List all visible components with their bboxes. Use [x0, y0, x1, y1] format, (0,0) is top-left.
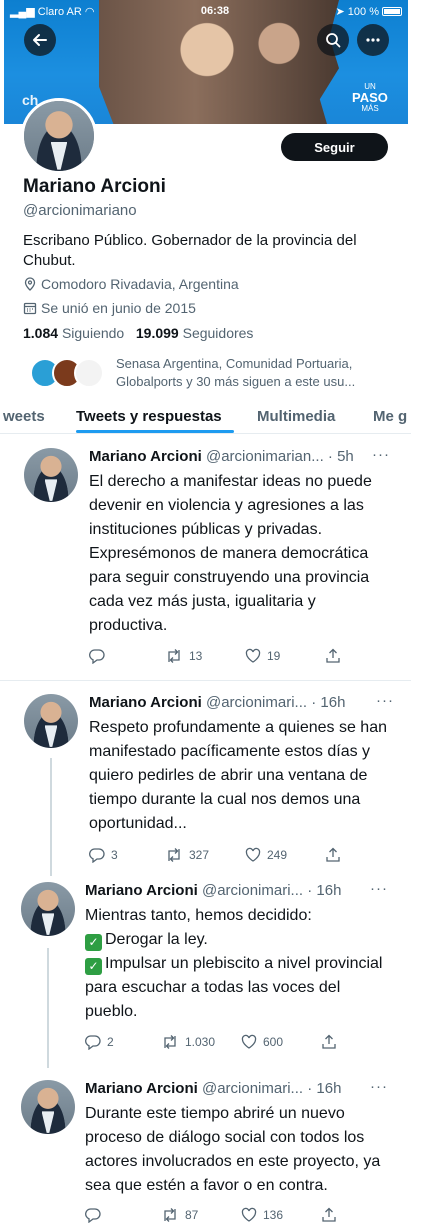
profile-tabs: weets Tweets y respuestas Multimedia Me …: [0, 400, 411, 434]
tab-likes[interactable]: Me g: [373, 408, 407, 425]
share-button[interactable]: [321, 1034, 337, 1050]
avatar-image: [24, 101, 94, 171]
profile-handle: @arcionimariano: [23, 202, 137, 219]
profile-location: Comodoro Rivadavia, Argentina: [23, 276, 239, 292]
profile-avatar[interactable]: [21, 98, 97, 174]
share-button[interactable]: [321, 1207, 337, 1223]
retweet-button[interactable]: 327: [165, 847, 209, 863]
tweet-text: Durante este tiempo abriré un nuevo proc…: [85, 1105, 381, 1194]
signal-icon: ▂▄▆: [10, 5, 35, 18]
profile-joined: Se unió en junio de 2015: [23, 300, 196, 316]
reply-button[interactable]: 3: [89, 847, 118, 863]
retweet-button[interactable]: 13: [165, 648, 202, 664]
tweet-header: Mariano Arcioni @arcionimari... · 16h: [85, 1080, 342, 1097]
heart-icon: [245, 648, 261, 663]
search-button[interactable]: [317, 24, 349, 56]
retweet-icon: [164, 1208, 176, 1222]
calendar-icon: [23, 302, 37, 315]
check-mark-icon: ✓: [85, 934, 102, 951]
like-button[interactable]: 600: [241, 1034, 283, 1050]
location-icon: ➤: [335, 5, 345, 18]
tweet-avatar[interactable]: [24, 448, 78, 502]
retweet-button[interactable]: 1.030: [161, 1034, 215, 1050]
known-followers-text: Senasa Argentina, Comunidad Portuaria, G…: [116, 356, 356, 389]
tweet-avatar[interactable]: [24, 694, 78, 748]
active-tab-indicator: [76, 430, 234, 433]
retweet-icon: [168, 848, 180, 862]
tweet-avatar[interactable]: [21, 882, 75, 936]
tweet-text: El derecho a manifestar ideas no puede d…: [89, 473, 372, 634]
reply-icon: [85, 1035, 101, 1050]
share-button[interactable]: [325, 847, 341, 863]
heart-icon: [245, 847, 261, 862]
tweet-header: Mariano Arcioni @arcionimari... · 16h: [85, 882, 342, 899]
retweet-icon: [168, 649, 180, 663]
tweet[interactable]: Mariano Arcioni @arcionimarian... · 5h ·…: [0, 436, 411, 680]
divider: [0, 680, 411, 681]
back-button[interactable]: [24, 24, 56, 56]
wifi-icon: ◠: [84, 5, 95, 18]
check-mark-icon: ✓: [85, 958, 102, 975]
tweet-header: Mariano Arcioni @arcionimarian... · 5h: [89, 448, 354, 465]
tweet-header: Mariano Arcioni @arcionimari... · 16h: [89, 694, 346, 711]
battery-indicator: ➤ 100 %: [336, 5, 402, 18]
tweet-more-icon[interactable]: ···: [370, 1078, 388, 1095]
tweet-more-icon[interactable]: ···: [370, 880, 388, 897]
like-button[interactable]: 19: [245, 648, 280, 664]
known-followers[interactable]: Senasa Argentina, Comunidad Portuaria, G…: [30, 355, 410, 391]
followers-link[interactable]: 19.099 Seguidores: [136, 325, 254, 341]
share-icon: [326, 847, 340, 862]
reply-icon: [89, 649, 105, 664]
tweet-more-icon[interactable]: ···: [376, 692, 394, 709]
share-icon: [326, 648, 340, 663]
status-bar: ▂▄▆ Claro AR ◠ 06:38 ➤ 100 %: [10, 3, 402, 19]
follow-button[interactable]: Seguir: [281, 133, 388, 161]
arrow-left-icon: [33, 34, 47, 46]
reply-button[interactable]: [89, 648, 111, 664]
share-icon: [322, 1034, 336, 1049]
retweet-button[interactable]: 87: [161, 1207, 198, 1223]
reply-icon: [85, 1208, 101, 1223]
banner-slogan: UN PASO MÁS: [352, 82, 388, 113]
following-link[interactable]: 1.084 Siguiendo: [23, 325, 124, 341]
profile-name: Mariano Arcioni: [23, 176, 166, 197]
clock: 06:38: [200, 5, 230, 17]
reply-button[interactable]: 2: [85, 1034, 114, 1050]
like-button[interactable]: 136: [241, 1207, 283, 1223]
share-icon: [322, 1207, 336, 1222]
tweet[interactable]: Mariano Arcioni @arcionimari... · 16h ··…: [0, 872, 411, 1062]
tweet-text: Respeto profundamente a quienes se han m…: [89, 719, 387, 832]
more-icon: [366, 38, 380, 42]
tweet-more-icon[interactable]: ···: [372, 446, 390, 463]
follower-avatar: [74, 358, 104, 388]
heart-icon: [241, 1207, 257, 1222]
retweet-icon: [164, 1035, 176, 1049]
more-options-button[interactable]: [357, 24, 389, 56]
share-button[interactable]: [325, 648, 341, 664]
tweet[interactable]: Mariano Arcioni @arcionimari... · 16h ··…: [0, 682, 411, 872]
search-icon: [326, 33, 341, 48]
tweet-text: Mientras tanto, hemos decidido: ✓ Derogar…: [85, 907, 383, 1020]
follow-counts: 1.084 Siguiendo 19.099 Seguidores: [23, 325, 253, 341]
tab-tweets-replies[interactable]: Tweets y respuestas: [76, 408, 222, 425]
tab-tweets[interactable]: weets: [3, 408, 45, 425]
profile-bio: Escribano Público. Gobernador de la prov…: [23, 232, 357, 269]
battery-icon: [381, 7, 402, 17]
tweet-avatar[interactable]: [21, 1080, 75, 1134]
location-pin-icon: [24, 277, 36, 291]
reply-button[interactable]: [85, 1207, 107, 1223]
carrier-label: ▂▄▆ Claro AR ◠: [10, 5, 95, 18]
tab-media[interactable]: Multimedia: [257, 408, 335, 425]
heart-icon: [241, 1034, 257, 1049]
like-button[interactable]: 249: [245, 847, 287, 863]
tweet[interactable]: Mariano Arcioni @arcionimari... · 16h ··…: [0, 1070, 411, 1231]
reply-icon: [89, 848, 105, 863]
